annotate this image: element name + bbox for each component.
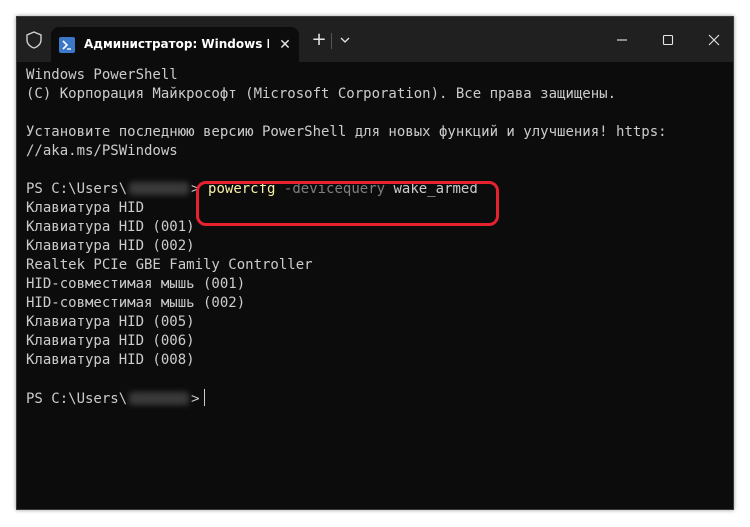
redacted-username [129, 182, 190, 195]
output-line: Клавиатура HID (005) [26, 314, 195, 330]
output-line: Клавиатура HID [26, 200, 145, 216]
powershell-icon [59, 37, 75, 53]
close-icon[interactable]: ✕ [275, 35, 295, 55]
text-cursor [203, 389, 205, 406]
output-line: Realtek PCIe GBE Family Controller [26, 257, 313, 273]
console-line: Установите последнюю версию PowerShell д… [26, 124, 667, 140]
prompt-prefix: PS C:\Users\ [26, 391, 128, 407]
console-line: (C) Корпорация Майкрософт (Microsoft Cor… [26, 86, 617, 102]
tab-title: Администратор: Windows PowerShell [84, 37, 269, 51]
tab-powershell[interactable]: Администратор: Windows PowerShell ✕ [51, 27, 299, 63]
output-line: Клавиатура HID (008) [26, 352, 195, 368]
console-line: //aka.ms/PSWindows [26, 143, 178, 159]
terminal-window: Администратор: Windows PowerShell ✕ + Wi… [16, 16, 734, 510]
prompt-prefix: PS C:\Users\ [26, 181, 128, 197]
separator [331, 33, 332, 49]
window-close-icon[interactable] [703, 29, 725, 51]
maximize-icon[interactable] [657, 29, 679, 51]
output-line: Клавиатура HID (006) [26, 333, 195, 349]
shield-icon [26, 31, 42, 49]
prompt-suffix: > [191, 391, 200, 407]
output-line: Клавиатура HID (001) [26, 219, 195, 235]
new-tab-button[interactable]: + [309, 30, 329, 50]
console-area[interactable]: Windows PowerShell (C) Корпорация Майкро… [17, 62, 733, 509]
title-bar: Администратор: Windows PowerShell ✕ + [17, 17, 733, 63]
output-line: HID-совместимая мышь (002) [26, 295, 246, 311]
output-line: Клавиатура HID (002) [26, 238, 195, 254]
command-highlight-box [196, 181, 499, 226]
chevron-down-icon[interactable] [335, 30, 355, 50]
minimize-icon[interactable] [611, 29, 633, 51]
redacted-username [129, 392, 190, 405]
prompt-line[interactable]: PS C:\Users\ > [26, 389, 205, 408]
output-line: HID-совместимая мышь (001) [26, 276, 246, 292]
console-line: Windows PowerShell [26, 67, 178, 83]
